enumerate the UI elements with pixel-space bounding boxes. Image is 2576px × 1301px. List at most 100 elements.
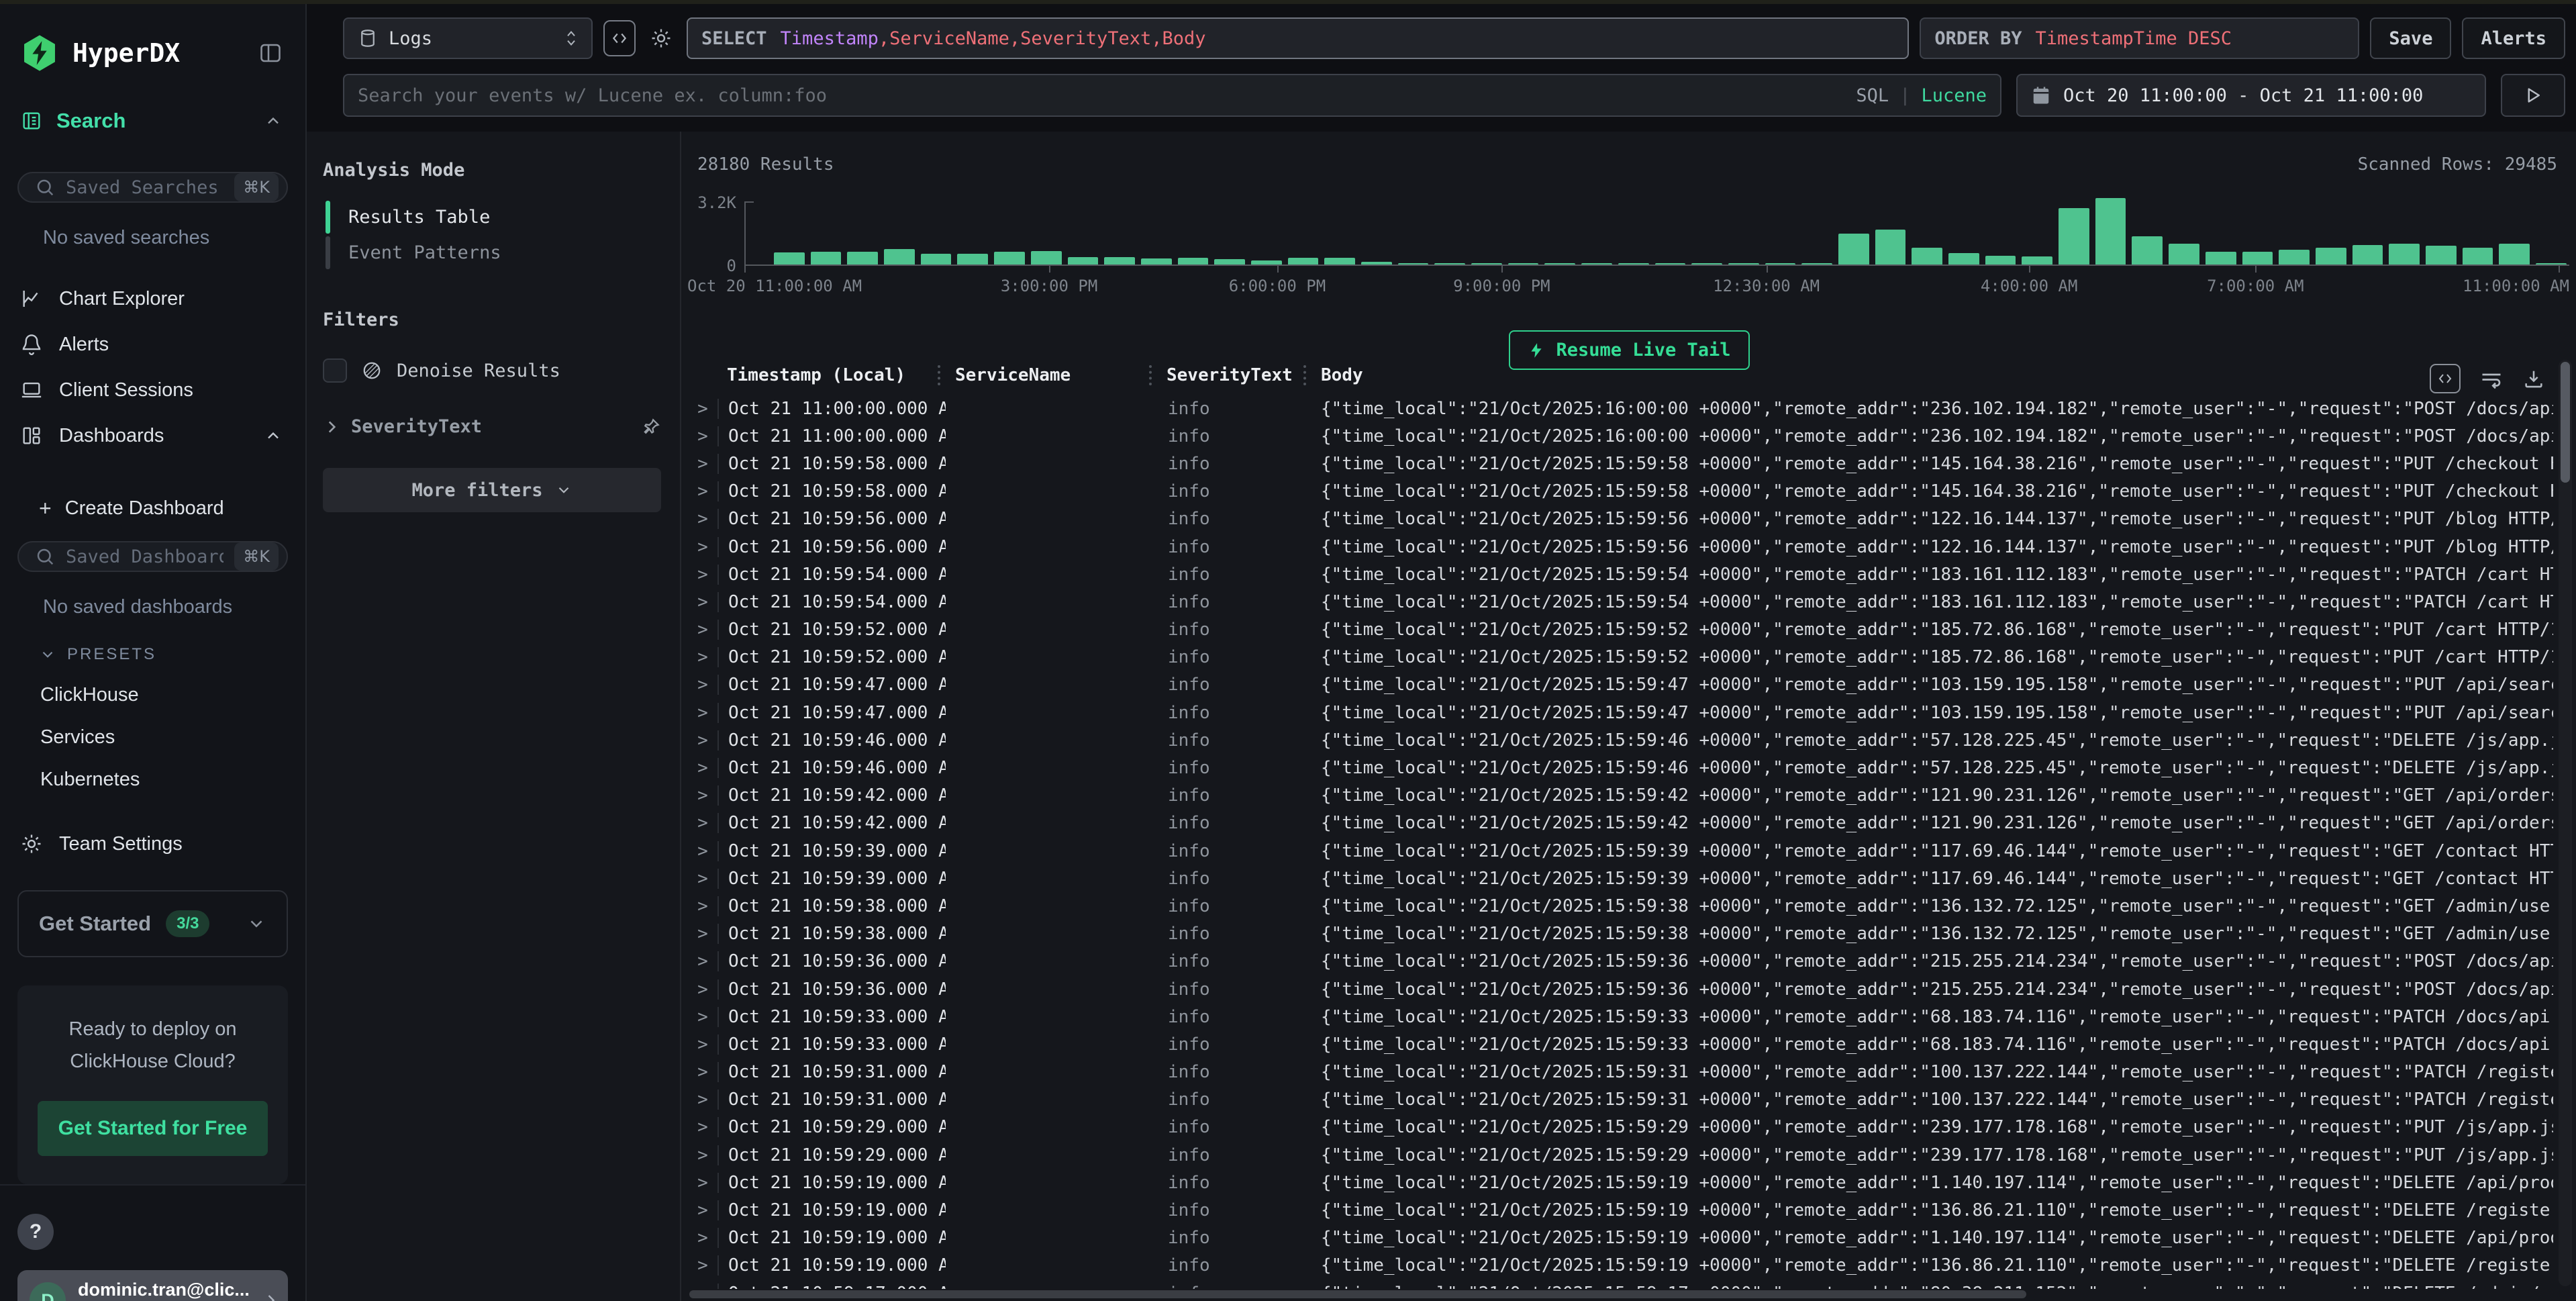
denoise-results-toggle[interactable]: Denoise Results	[323, 358, 661, 383]
row-expand-chevron[interactable]: >	[688, 426, 717, 446]
table-row[interactable]: > Oct 21 11:00:00.000 AM info {"time_loc…	[688, 395, 2553, 422]
histogram-bar[interactable]	[2169, 244, 2199, 265]
event-search-input[interactable]	[358, 85, 1845, 106]
histogram-bar[interactable]	[1398, 263, 1429, 264]
more-filters-button[interactable]: More filters	[323, 468, 661, 512]
table-row[interactable]: > Oct 21 10:59:56.000 AM info {"time_loc…	[688, 505, 2553, 533]
histogram-bar[interactable]	[1031, 251, 1062, 264]
column-header-servicename[interactable]: ServiceName	[946, 365, 1157, 385]
sidebar-section-search[interactable]: Search	[0, 109, 305, 133]
histogram-bar[interactable]	[1581, 263, 1612, 264]
row-expand-chevron[interactable]: >	[688, 537, 717, 557]
table-row[interactable]: > Oct 21 10:59:39.000 AM info {"time_loc…	[688, 837, 2553, 865]
vertical-scrollbar[interactable]	[2559, 360, 2572, 1286]
table-row[interactable]: > Oct 21 10:59:29.000 AM info {"time_loc…	[688, 1141, 2553, 1169]
preset-services[interactable]: Services	[40, 726, 305, 749]
wrap-lines-button[interactable]	[2479, 367, 2504, 391]
histogram-bar[interactable]	[1141, 258, 1172, 264]
scrollbar-thumb[interactable]	[689, 1290, 2026, 1298]
row-expand-chevron[interactable]: >	[688, 1090, 717, 1110]
analysis-mode-event-patterns[interactable]: Event Patterns	[323, 235, 661, 271]
presets-toggle[interactable]: PRESETS	[39, 645, 305, 664]
sidebar-item-alerts[interactable]: Alerts	[0, 322, 305, 367]
histogram-bar[interactable]	[2499, 244, 2530, 264]
sidebar-item-chart-explorer[interactable]: Chart Explorer	[0, 276, 305, 322]
horizontal-scrollbar[interactable]	[689, 1290, 2546, 1298]
histogram-bar[interactable]	[1765, 263, 1796, 264]
row-expand-chevron[interactable]: >	[688, 565, 717, 585]
histogram-bar[interactable]	[1655, 263, 1686, 264]
run-query-button[interactable]	[2501, 74, 2565, 117]
table-row[interactable]: > Oct 21 10:59:47.000 AM info {"time_loc…	[688, 699, 2553, 726]
row-expand-chevron[interactable]: >	[688, 979, 717, 1000]
histogram-bar[interactable]	[1544, 263, 1575, 264]
row-expand-chevron[interactable]: >	[688, 924, 717, 944]
row-expand-chevron[interactable]: >	[688, 592, 717, 612]
team-settings-item[interactable]: Team Settings	[0, 832, 305, 855]
saved-searches-input[interactable]	[66, 177, 224, 198]
histogram-bar[interactable]	[2426, 246, 2457, 265]
saved-dashboards-search[interactable]: ⌘K	[17, 541, 288, 572]
row-expand-chevron[interactable]: >	[688, 758, 717, 778]
row-expand-chevron[interactable]: >	[688, 813, 717, 833]
sidebar-collapse-icon[interactable]	[258, 41, 283, 65]
column-resize-handle[interactable]	[1149, 365, 1152, 385]
table-row[interactable]: > Oct 21 10:59:39.000 AM info {"time_loc…	[688, 865, 2553, 892]
histogram-bar[interactable]	[1434, 263, 1465, 264]
histogram-bar[interactable]	[921, 254, 952, 264]
scrollbar-thumb[interactable]	[2561, 362, 2570, 483]
histogram-bar[interactable]	[1104, 257, 1135, 264]
source-settings-button[interactable]	[646, 20, 676, 56]
histogram-bar[interactable]	[1288, 258, 1319, 264]
table-row[interactable]: > Oct 21 10:59:31.000 AM info {"time_loc…	[688, 1086, 2553, 1114]
event-search-box[interactable]: SQL | Lucene	[343, 74, 2001, 117]
histogram-bar[interactable]	[2536, 263, 2567, 264]
help-button[interactable]: ?	[17, 1214, 54, 1250]
facet-severitytext[interactable]: SeverityText	[323, 416, 661, 437]
table-row[interactable]: > Oct 21 10:59:46.000 AM info {"time_loc…	[688, 726, 2553, 754]
histogram-bar[interactable]	[847, 252, 878, 264]
table-row[interactable]: > Oct 21 10:59:47.000 AM info {"time_loc…	[688, 671, 2553, 699]
table-row[interactable]: > Oct 21 10:59:54.000 AM info {"time_loc…	[688, 588, 2553, 616]
table-row[interactable]: > Oct 21 10:59:19.000 AM info {"time_loc…	[688, 1196, 2553, 1224]
histogram-bar[interactable]	[2095, 198, 2126, 264]
row-expand-chevron[interactable]: >	[688, 703, 717, 723]
row-expand-chevron[interactable]: >	[688, 509, 717, 529]
histogram-plot[interactable]	[744, 201, 2569, 266]
column-header-severitytext[interactable]: SeverityText	[1157, 365, 1311, 385]
table-row[interactable]: > Oct 21 10:59:33.000 AM info {"time_loc…	[688, 1003, 2553, 1030]
sidebar-item-client-sessions[interactable]: Client Sessions	[0, 367, 305, 413]
get-started-accordion[interactable]: Get Started 3/3	[17, 890, 288, 957]
histogram-bar[interactable]	[2279, 250, 2310, 264]
table-row[interactable]: > Oct 21 10:59:19.000 AM info {"time_loc…	[688, 1252, 2553, 1280]
table-row[interactable]: > Oct 21 10:59:38.000 AM info {"time_loc…	[688, 892, 2553, 920]
table-row[interactable]: > Oct 21 11:00:00.000 AM info {"time_loc…	[688, 422, 2553, 450]
table-row[interactable]: > Oct 21 10:59:17.000 AM info {"time_loc…	[688, 1280, 2553, 1289]
histogram-bar[interactable]	[1728, 263, 1759, 264]
row-expand-chevron[interactable]: >	[688, 1200, 717, 1220]
saved-dashboards-input[interactable]	[66, 546, 224, 567]
histogram-bar[interactable]	[1691, 263, 1722, 264]
table-row[interactable]: > Oct 21 10:59:42.000 AM info {"time_loc…	[688, 810, 2553, 837]
column-resize-handle[interactable]	[938, 365, 940, 385]
histogram-bar[interactable]	[2316, 248, 2346, 264]
histogram-bar[interactable]	[957, 254, 988, 264]
histogram-bar[interactable]	[994, 252, 1025, 264]
table-row[interactable]: > Oct 21 10:59:52.000 AM info {"time_loc…	[688, 644, 2553, 671]
histogram-bar[interactable]	[1214, 259, 1245, 264]
histogram-bar[interactable]	[774, 252, 805, 264]
row-expand-chevron[interactable]: >	[688, 730, 717, 751]
histogram-bar[interactable]	[1251, 260, 1282, 264]
preset-clickhouse[interactable]: ClickHouse	[40, 684, 305, 706]
get-started-free-button[interactable]: Get Started for Free	[38, 1101, 268, 1156]
histogram-bar[interactable]	[2463, 248, 2493, 264]
alerts-button[interactable]: Alerts	[2462, 17, 2565, 59]
table-row[interactable]: > Oct 21 10:59:19.000 AM info {"time_loc…	[688, 1224, 2553, 1252]
table-row[interactable]: > Oct 21 10:59:36.000 AM info {"time_loc…	[688, 948, 2553, 975]
sql-toggle[interactable]: SQL	[1856, 85, 1889, 106]
table-row[interactable]: > Oct 21 10:59:58.000 AM info {"time_loc…	[688, 450, 2553, 477]
table-row[interactable]: > Oct 21 10:59:42.000 AM info {"time_loc…	[688, 782, 2553, 810]
row-expand-chevron[interactable]: >	[688, 1145, 717, 1165]
column-resize-handle[interactable]	[1303, 365, 1306, 385]
row-expand-chevron[interactable]: >	[688, 1007, 717, 1027]
